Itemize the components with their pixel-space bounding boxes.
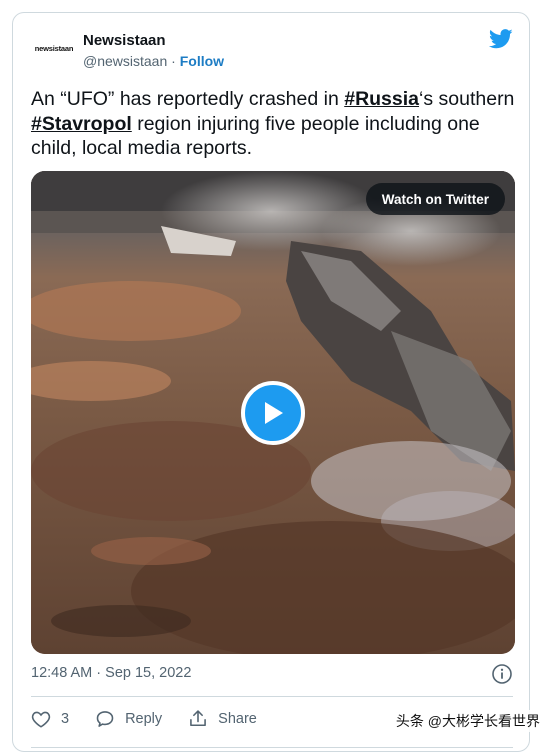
tweet-text-part: An “UFO” has reportedly crashed in [31, 88, 345, 110]
author-handle-row: @newsistaan · Follow [83, 53, 224, 69]
share-label: Share [218, 711, 257, 727]
avatar[interactable]: newsistaan [33, 37, 75, 59]
tweet-card: newsistaan Newsistaan @newsistaan · Foll… [12, 12, 530, 752]
twitter-bird-icon[interactable] [489, 29, 513, 49]
author-name[interactable]: Newsistaan [83, 32, 166, 49]
bottom-divider [31, 747, 513, 748]
share-button[interactable]: Share [188, 709, 257, 729]
video-thumbnail[interactable]: Watch on Twitter [31, 171, 515, 654]
like-button[interactable]: 3 [31, 710, 69, 728]
handle-separator: · [171, 53, 176, 69]
play-icon [265, 402, 283, 424]
heart-icon [31, 711, 51, 728]
divider [31, 696, 513, 697]
like-count: 3 [61, 711, 70, 727]
info-icon[interactable] [491, 663, 513, 685]
tweet-actions: 3 Reply Share [31, 705, 283, 733]
author-handle[interactable]: @newsistaan [83, 53, 167, 69]
tweet-header: newsistaan Newsistaan @newsistaan · Foll… [13, 13, 529, 77]
reply-button[interactable]: Reply [95, 709, 162, 729]
play-button[interactable] [241, 381, 305, 445]
tweet-timestamp[interactable]: 12:48 AM · Sep 15, 2022 [31, 665, 191, 681]
hashtag-russia[interactable]: #Russia [344, 88, 419, 110]
share-icon [190, 710, 207, 727]
reply-label: Reply [125, 711, 163, 727]
reply-icon [96, 711, 114, 727]
tweet-text: An “UFO” has reportedly crashed in #Russ… [31, 87, 515, 161]
avatar-logo-text: newsistaan [34, 43, 74, 53]
tweet-text-part: ‘s southern [419, 88, 515, 110]
watch-on-twitter-button[interactable]: Watch on Twitter [365, 183, 505, 215]
hashtag-stavropol[interactable]: #Stavropol [31, 113, 132, 135]
follow-link[interactable]: Follow [180, 53, 224, 69]
watermark-text: 头条 @大彬学长看世界 [393, 710, 542, 732]
